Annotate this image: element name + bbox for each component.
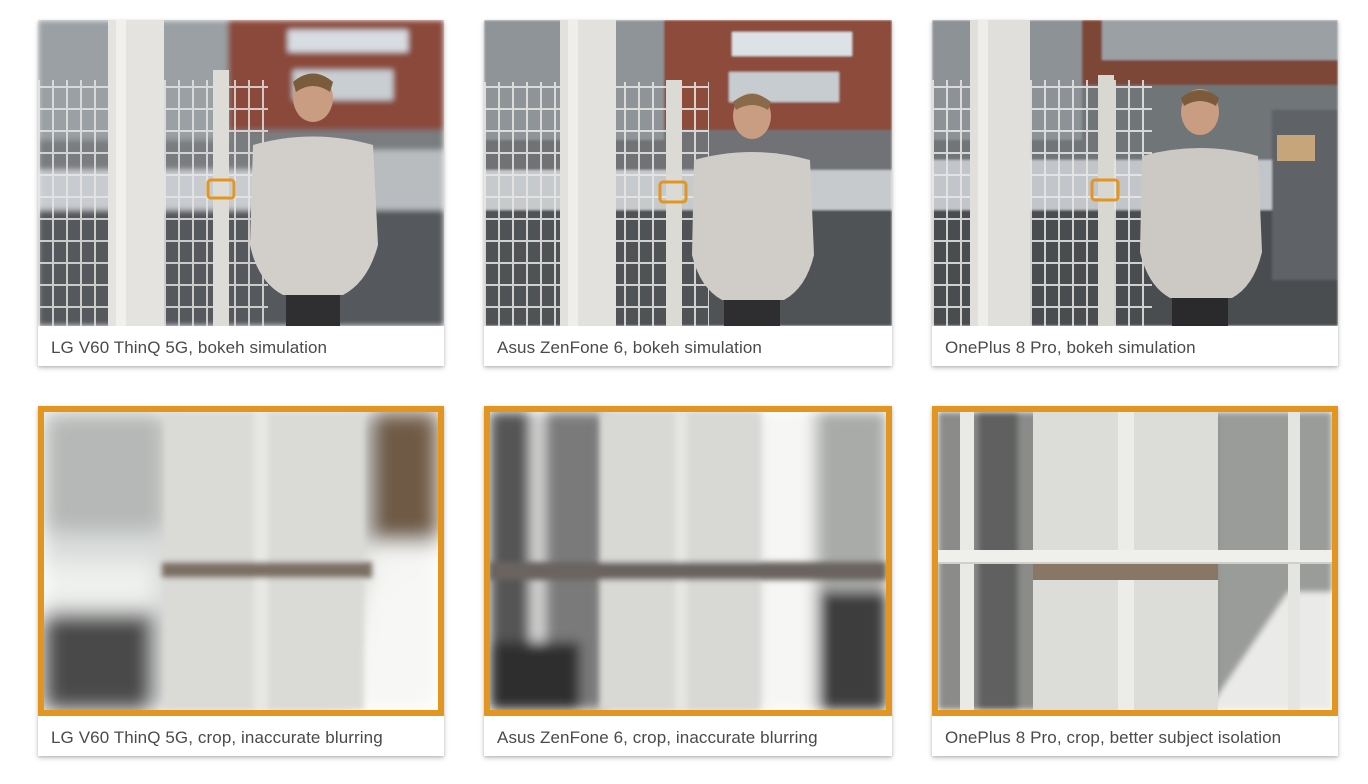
portrait-photo [484,20,892,326]
crop-card-asus[interactable]: Asus ZenFone 6, crop, inaccurate blurrin… [484,406,892,756]
crop-photo [484,406,892,716]
crop-caption: OnePlus 8 Pro, crop, better subject isol… [945,728,1282,747]
crop-card-oneplus[interactable]: OnePlus 8 Pro, crop, better subject isol… [932,406,1338,756]
crop-caption: Asus ZenFone 6, crop, inaccurate blurrin… [497,728,818,747]
photo-card-oneplus-bokeh[interactable]: OnePlus 8 Pro, bokeh simulation [932,20,1338,366]
crop-photo [38,406,444,716]
crop-card-lg[interactable]: LG V60 ThinQ 5G, crop, inaccurate blurri… [38,406,444,756]
photo-caption: Asus ZenFone 6, bokeh simulation [497,338,762,357]
portrait-photo [932,20,1338,326]
photo-comparison-grid: LG V60 ThinQ 5G, bokeh simulation Asus Z… [0,0,1368,784]
portrait-photo [38,20,444,326]
crop-photo [932,406,1338,716]
photo-caption: OnePlus 8 Pro, bokeh simulation [945,338,1196,357]
photo-card-asus-bokeh[interactable]: Asus ZenFone 6, bokeh simulation [484,20,892,366]
photo-card-lg-bokeh[interactable]: LG V60 ThinQ 5G, bokeh simulation [38,20,444,366]
photo-caption: LG V60 ThinQ 5G, bokeh simulation [51,338,328,357]
crop-caption: LG V60 ThinQ 5G, crop, inaccurate blurri… [51,728,383,747]
